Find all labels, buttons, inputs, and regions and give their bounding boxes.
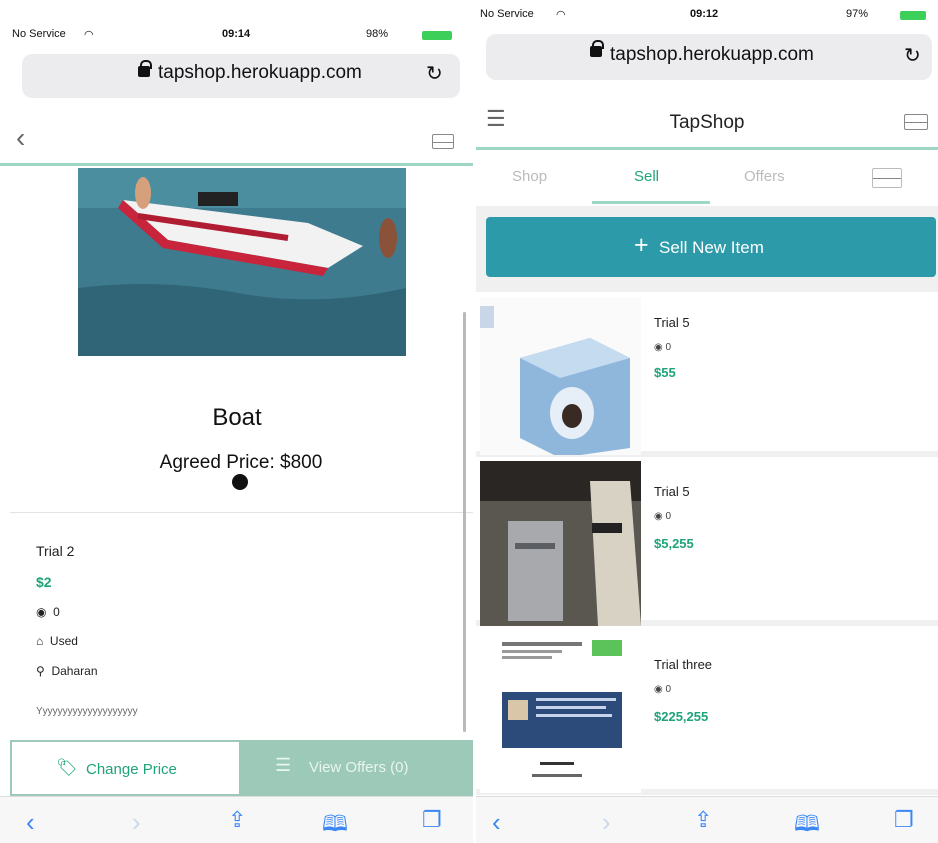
- address-bar[interactable]: tapshop.herokuapp.com ↻: [22, 54, 460, 98]
- tab-bar: Shop Sell Offers: [476, 152, 938, 206]
- list-item[interactable]: Trial 5 ◉ 0 $55: [476, 292, 938, 457]
- clock: 09:14: [222, 28, 251, 40]
- url-text: tapshop.herokuapp.com: [158, 62, 362, 83]
- touch-indicator: [232, 474, 248, 490]
- tabs-icon[interactable]: ❐: [422, 807, 442, 833]
- tab-messages-icon[interactable]: [872, 168, 902, 188]
- tag-icon: 🏷: [56, 758, 78, 777]
- item-views: ◉ 0: [654, 684, 672, 695]
- plus-icon: +: [634, 231, 649, 259]
- bag-icon: ⌂: [36, 634, 44, 648]
- wifi-icon: ◠: [556, 9, 566, 21]
- carrier-label: No Service: [12, 28, 66, 40]
- location-value: Daharan: [51, 664, 98, 678]
- clock: 09:12: [690, 8, 719, 20]
- share-icon[interactable]: ⇪: [228, 807, 246, 833]
- item-views: ◉ 0: [654, 342, 672, 353]
- tab-sell[interactable]: Sell: [634, 168, 659, 185]
- sell-new-item-button[interactable]: + Sell New Item: [486, 217, 936, 277]
- location-row: ⚲ Daharan: [36, 664, 98, 678]
- list-item[interactable]: Trial 5 ◉ 0 $5,255: [476, 461, 938, 626]
- back-chevron-icon[interactable]: ‹: [16, 122, 25, 154]
- item-thumbnail: [480, 461, 641, 626]
- item-thumbnail: [480, 636, 641, 793]
- item-title: Trial three: [654, 657, 713, 672]
- battery-icon: [900, 11, 926, 20]
- item-views: ◉ 0: [654, 511, 672, 522]
- item-price: $55: [654, 365, 676, 380]
- scrollbar[interactable]: [463, 312, 466, 732]
- eye-icon: ◉: [36, 605, 47, 619]
- battery-label: 97%: [846, 8, 869, 20]
- share-icon[interactable]: ⇪: [694, 807, 712, 833]
- tab-shop[interactable]: Shop: [512, 168, 547, 185]
- browser-toolbar: ‹ › ⇪ 🕮 ❐: [476, 796, 938, 843]
- status-bar: No Service ◠ 09:12 97%: [476, 4, 938, 24]
- boat-photo: [78, 168, 406, 356]
- reload-icon[interactable]: ↻: [904, 43, 921, 68]
- app-title: TapShop: [669, 112, 745, 133]
- agreed-price: Agreed Price: $800: [159, 452, 323, 473]
- view-offers-button[interactable]: ☰ View Offers (0): [241, 740, 474, 796]
- divider: [10, 512, 474, 513]
- forward-icon: ›: [602, 807, 611, 837]
- bookmarks-icon[interactable]: 🕮: [322, 807, 348, 843]
- inbox-icon[interactable]: [904, 114, 928, 130]
- status-bar: No Service ◠ 09:14 98%: [0, 24, 474, 44]
- views-row: ◉ 0: [36, 605, 60, 619]
- item-title: Trial 5: [654, 315, 690, 330]
- lock-icon: [138, 60, 152, 77]
- change-price-button[interactable]: 🏷 Change Price: [10, 740, 241, 796]
- change-price-label: Change Price: [86, 761, 177, 778]
- condition-row: ⌂ Used: [36, 634, 78, 648]
- detail-nav-bar: ‹: [0, 110, 474, 166]
- item-price: $5,255: [654, 536, 694, 551]
- tab-offers[interactable]: Offers: [744, 168, 785, 185]
- listing-price: $2: [36, 574, 52, 590]
- inbox-icon[interactable]: [432, 134, 454, 149]
- lock-icon: [590, 40, 604, 57]
- list-icon: ☰: [275, 755, 292, 775]
- carrier-label: No Service: [480, 8, 534, 20]
- back-icon[interactable]: ‹: [492, 807, 501, 838]
- item-title: Trial 5: [654, 484, 690, 499]
- bookmarks-icon[interactable]: 🕮: [794, 807, 820, 843]
- url-text: tapshop.herokuapp.com: [610, 44, 814, 65]
- item-price: $225,255: [654, 709, 709, 724]
- condition-value: Used: [49, 634, 78, 648]
- item-thumbnail: [480, 298, 641, 455]
- item-name: Boat: [212, 404, 262, 431]
- view-offers-label: View Offers (0): [309, 759, 409, 776]
- app-header: ☰ TapShop: [476, 94, 938, 150]
- address-bar[interactable]: tapshop.herokuapp.com ↻: [486, 34, 932, 80]
- right-phone-screen: No Service ◠ 09:12 97% tapshop.herokuapp…: [476, 0, 938, 843]
- sell-new-item-label: Sell New Item: [659, 238, 764, 257]
- wifi-icon: ◠: [84, 29, 94, 41]
- reload-icon[interactable]: ↻: [426, 61, 443, 86]
- description: Yyyyyyyyyyyyyyyyyyyy: [36, 706, 138, 717]
- left-phone-screen: No Service ◠ 09:14 98% tapshop.herokuapp…: [0, 0, 474, 843]
- list-item[interactable]: Trial three ◉ 0 $225,255: [476, 630, 938, 795]
- battery-label: 98%: [366, 28, 389, 40]
- active-tab-underline: [592, 201, 710, 204]
- views-count: 0: [53, 605, 60, 619]
- back-icon[interactable]: ‹: [26, 807, 35, 838]
- tabs-icon[interactable]: ❐: [894, 807, 914, 833]
- listing-title: Trial 2: [36, 543, 75, 559]
- battery-icon: [422, 31, 452, 40]
- location-pin-icon: ⚲: [36, 664, 45, 678]
- forward-icon: ›: [132, 807, 141, 837]
- browser-toolbar: ‹ › ⇪ 🕮 ❐: [0, 796, 474, 843]
